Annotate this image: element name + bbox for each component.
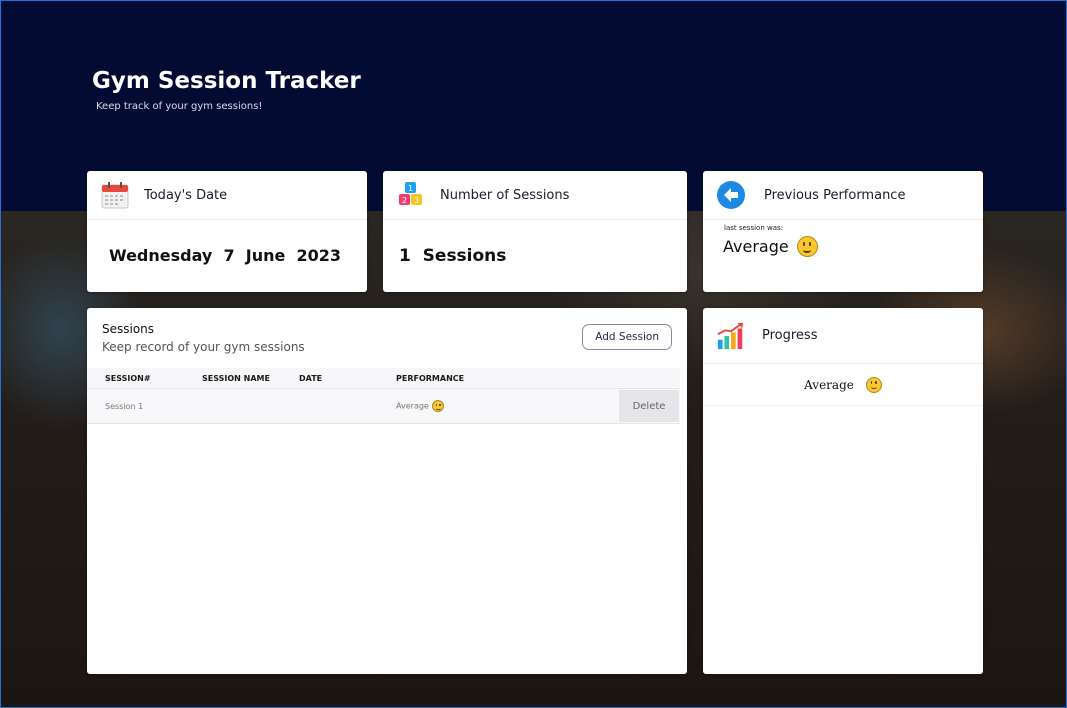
- svg-text:2: 2: [402, 196, 407, 205]
- cell-performance: Average: [378, 388, 619, 424]
- back-arrow-icon: [716, 180, 746, 210]
- date-card-header: Today's Date: [87, 171, 367, 220]
- sessions-table-header: SESSION# SESSION NAME DATE PERFORMANCE: [87, 368, 680, 389]
- cell-performance-label: Average: [396, 401, 429, 411]
- sessions-table: SESSION# SESSION NAME DATE PERFORMANCE S…: [87, 368, 680, 424]
- previous-performance-value: Average: [723, 237, 789, 256]
- smiley-icon: [796, 236, 818, 257]
- date-card-title: Today's Date: [144, 187, 228, 203]
- page-subtitle: Keep track of your gym sessions!: [96, 101, 263, 112]
- svg-text:1: 1: [408, 184, 413, 193]
- column-performance: PERFORMANCE: [378, 368, 619, 389]
- previous-performance-caption: last session was:: [724, 224, 784, 232]
- app-window: Gym Session Tracker Keep track of your g…: [0, 0, 1067, 708]
- page-title: Gym Session Tracker: [92, 68, 361, 94]
- column-session-name: SESSION NAME: [184, 368, 281, 389]
- session-count-value: 1 Sessions: [399, 246, 507, 266]
- svg-text:3: 3: [414, 196, 419, 205]
- previous-performance-header: Previous Performance: [703, 171, 983, 220]
- session-count-header: 1 2 3 Number of Sessions: [383, 171, 687, 220]
- smiley-icon: [865, 376, 882, 393]
- cell-session-number: Session 1: [87, 388, 184, 424]
- delete-session-button[interactable]: Delete: [619, 390, 679, 422]
- date-card: Today's Date Wednesday 7 June 2023: [87, 171, 367, 292]
- sessions-panel-title: Sessions: [102, 322, 155, 336]
- sessions-panel-subtitle: Keep record of your gym sessions: [102, 340, 305, 354]
- cell-date: [281, 388, 378, 424]
- progress-panel-title: Progress: [762, 328, 818, 343]
- add-session-button[interactable]: Add Session: [582, 324, 672, 350]
- numbered-blocks-icon: 1 2 3: [396, 180, 426, 210]
- session-count-card: 1 2 3 Number of Sessions 1 Sessions: [383, 171, 687, 292]
- progress-panel-header: Progress: [703, 308, 983, 364]
- session-count-title: Number of Sessions: [440, 187, 570, 203]
- smiley-icon: [432, 400, 445, 412]
- calendar-icon: [100, 180, 130, 210]
- sessions-panel: Sessions Keep record of your gym session…: [87, 308, 687, 674]
- today-date-value: Wednesday 7 June 2023: [109, 246, 342, 265]
- progress-panel: Progress Average: [703, 308, 983, 674]
- cell-actions: Delete: [619, 388, 680, 424]
- column-session-number: SESSION#: [87, 368, 184, 389]
- previous-performance-title: Previous Performance: [764, 187, 906, 203]
- previous-performance-value-row: Average: [723, 236, 818, 257]
- previous-performance-card: Previous Performance last session was: A…: [703, 171, 983, 292]
- cell-session-name: [184, 388, 281, 424]
- table-row: Session 1 Average Delete: [87, 388, 680, 424]
- column-actions: [619, 368, 680, 389]
- column-date: DATE: [281, 368, 378, 389]
- bar-chart-icon: [716, 321, 746, 351]
- progress-entry: Average: [703, 364, 983, 406]
- progress-entry-label: Average: [804, 377, 854, 392]
